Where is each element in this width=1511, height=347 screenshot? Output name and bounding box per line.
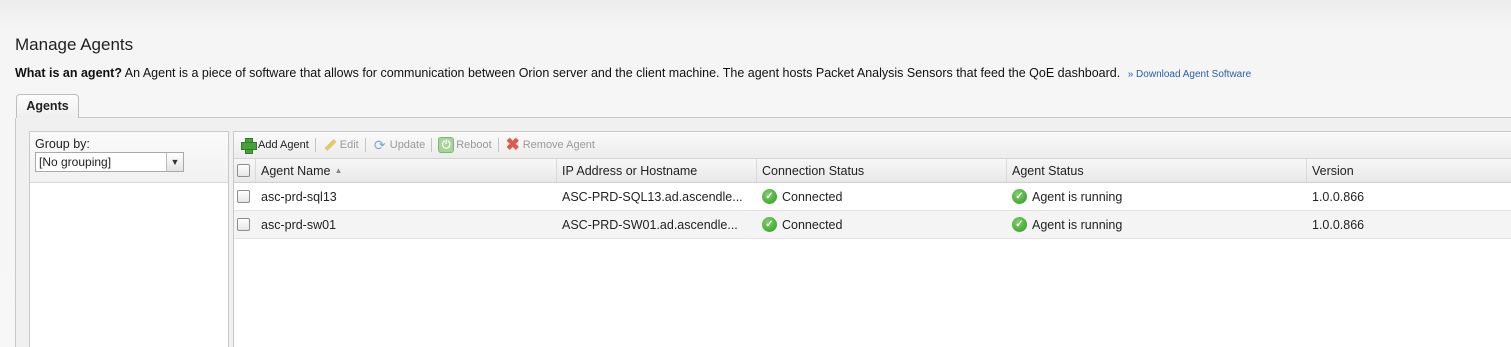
group-by-value: [No grouping] [39,155,112,169]
chevron-down-icon[interactable]: ▼ [166,153,183,171]
remove-agent-button[interactable]: ✖ Remove Agent [505,135,595,154]
column-label-agent-name: Agent Name [261,163,331,178]
tab-agents[interactable]: Agents [16,94,79,118]
column-header-version[interactable]: Version [1307,159,1511,182]
toolbar-separator [497,138,499,152]
group-by-header: Group by: [No grouping] ▼ [30,132,228,183]
connection-cell: ✓ Connected [757,189,1007,204]
column-header-connection[interactable]: Connection Status [757,159,1007,182]
toolbar-separator [364,138,366,152]
row-checkbox[interactable] [237,190,250,203]
tab-divider [79,117,1511,118]
ip-cell: ASC-PRD-SQL13.ad.ascendle... [562,189,743,204]
refresh-icon: ⟳ [373,137,386,153]
agent-name-cell: asc-prd-sql13 [261,189,337,204]
group-by-pane: Group by: [No grouping] ▼ [29,131,229,347]
download-agent-link[interactable]: » Download Agent Software [1128,69,1251,80]
agent-status-text: Agent is running [1032,189,1123,204]
status-cell: ✓ Agent is running [1007,217,1307,232]
plus-icon [240,137,257,154]
intro-description: An Agent is a piece of software that all… [124,66,1121,80]
toolbar-separator [431,138,433,152]
row-select-cell [234,190,256,203]
table-row[interactable]: asc-prd-sw01 ASC-PRD-SW01.ad.ascendle...… [234,211,1511,239]
edit-button[interactable]: Edit [322,137,359,153]
power-icon: ⏻ [438,137,455,153]
toolbar-separator [314,138,316,152]
pencil-icon [322,137,338,153]
table-row[interactable]: asc-prd-sql13 ASC-PRD-SQL13.ad.ascendle.… [234,183,1511,211]
connection-cell: ✓ Connected [757,217,1007,232]
intro-text: What is an agent? An Agent is a piece of… [15,66,1251,80]
reboot-label: Reboot [456,139,492,151]
column-header-status[interactable]: Agent Status [1007,159,1307,182]
agents-grid: Add Agent Edit ⟳ Update ⏻ Reboot ✖ Remov… [233,131,1511,347]
connection-status-text: Connected [782,189,843,204]
check-circle-icon: ✓ [762,189,777,204]
remove-agent-label: Remove Agent [522,139,595,151]
edit-label: Edit [339,139,359,151]
connection-status-text: Connected [782,217,843,232]
column-header-ip[interactable]: IP Address or Hostname [557,159,757,182]
intro-heading: What is an agent? [15,66,122,80]
status-cell: ✓ Agent is running [1007,189,1307,204]
grid-header: Agent Name ▲ IP Address or Hostname Conn… [234,159,1511,183]
check-circle-icon: ✓ [1012,217,1027,232]
agent-status-text: Agent is running [1032,217,1123,232]
row-checkbox[interactable] [237,218,250,231]
select-all-checkbox[interactable] [237,164,250,177]
grid-toolbar: Add Agent Edit ⟳ Update ⏻ Reboot ✖ Remov… [234,132,1511,159]
add-agent-label: Add Agent [258,139,309,151]
update-label: Update [389,139,426,151]
agent-name-cell: asc-prd-sw01 [261,217,337,232]
group-by-select[interactable]: [No grouping] ▼ [35,152,184,172]
x-icon: ✖ [505,135,520,154]
version-cell: 1.0.0.866 [1312,189,1365,204]
version-cell: 1.0.0.866 [1312,217,1365,232]
check-circle-icon: ✓ [762,217,777,232]
row-select-cell [234,218,256,231]
column-header-agent-name[interactable]: Agent Name ▲ [256,159,557,182]
check-circle-icon: ✓ [1012,189,1027,204]
select-all-cell [234,159,256,182]
group-by-label: Group by: [35,137,90,151]
sort-ascending-icon: ▲ [334,166,343,175]
ip-cell: ASC-PRD-SW01.ad.ascendle... [562,217,738,232]
reboot-button[interactable]: ⏻ Reboot [438,137,492,153]
update-button[interactable]: ⟳ Update [372,137,425,153]
page-title: Manage Agents [15,35,134,54]
add-agent-button[interactable]: Add Agent [240,137,309,154]
